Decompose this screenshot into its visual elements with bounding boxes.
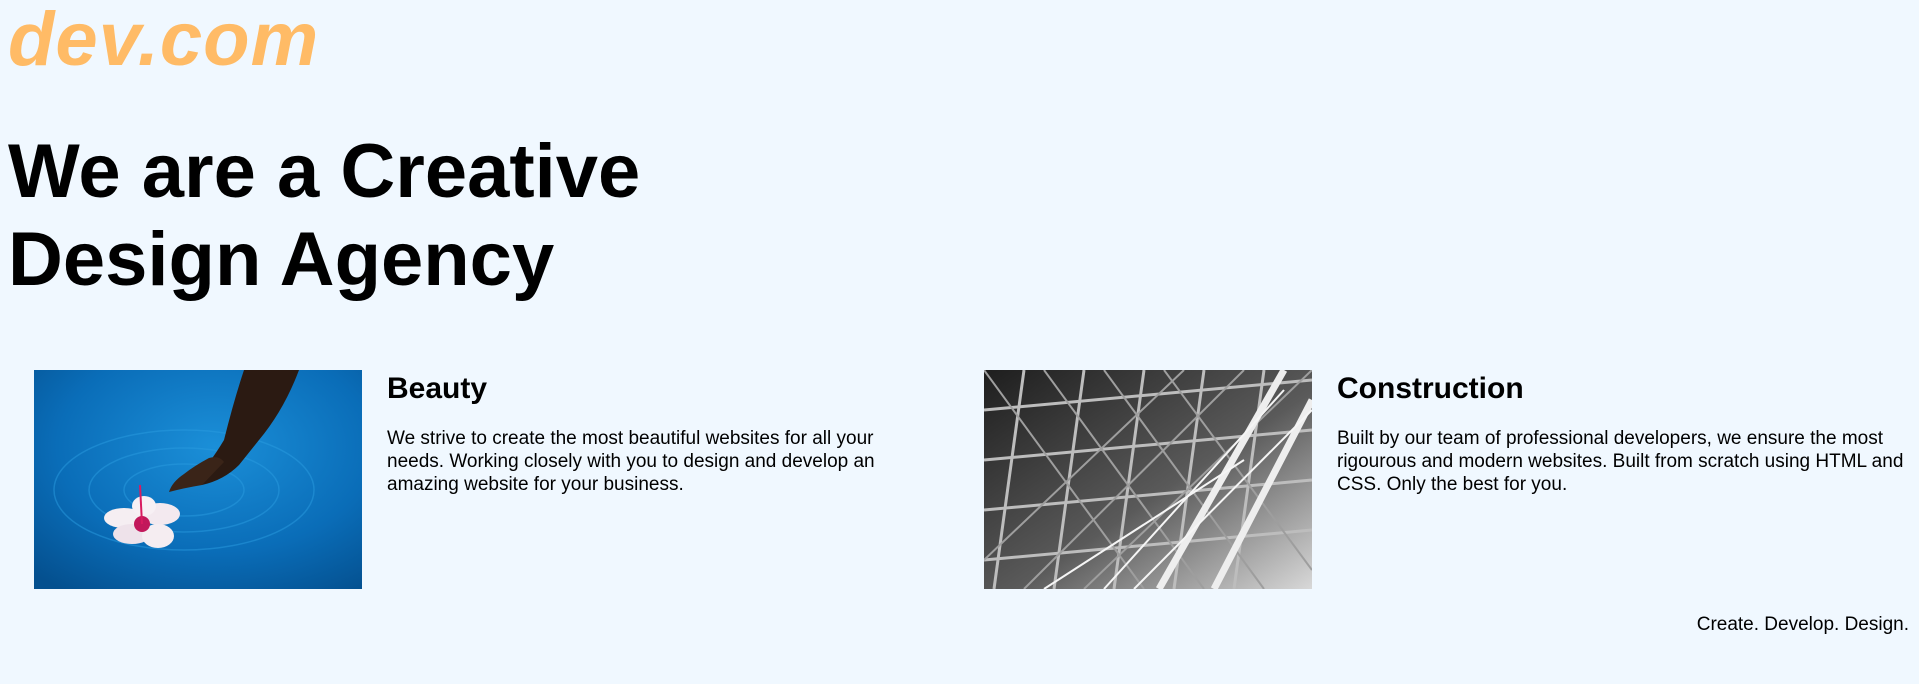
footer-tagline: Create. Develop. Design. — [1696, 614, 1909, 635]
beauty-image — [34, 370, 362, 589]
beauty-title: Beauty — [387, 372, 488, 405]
card-beauty: Beauty We strive to create the most beau… — [34, 370, 914, 590]
beauty-text: Beauty We strive to create the most beau… — [387, 370, 914, 496]
construction-description: Built by our team of professional develo… — [1337, 428, 1904, 495]
beauty-description: We strive to create the most beautiful w… — [387, 428, 875, 495]
construction-image — [984, 370, 1312, 589]
site-logo[interactable]: dev.com — [8, 2, 319, 78]
construction-title: Construction — [1337, 372, 1524, 405]
hero-title: We are a Creative Design Agency — [8, 129, 641, 302]
page: dev.com We are a Creative Design Agency — [0, 0, 1919, 684]
construction-text: Construction Built by our team of profes… — [1337, 370, 1914, 496]
card-construction: Construction Built by our team of profes… — [984, 370, 1914, 590]
